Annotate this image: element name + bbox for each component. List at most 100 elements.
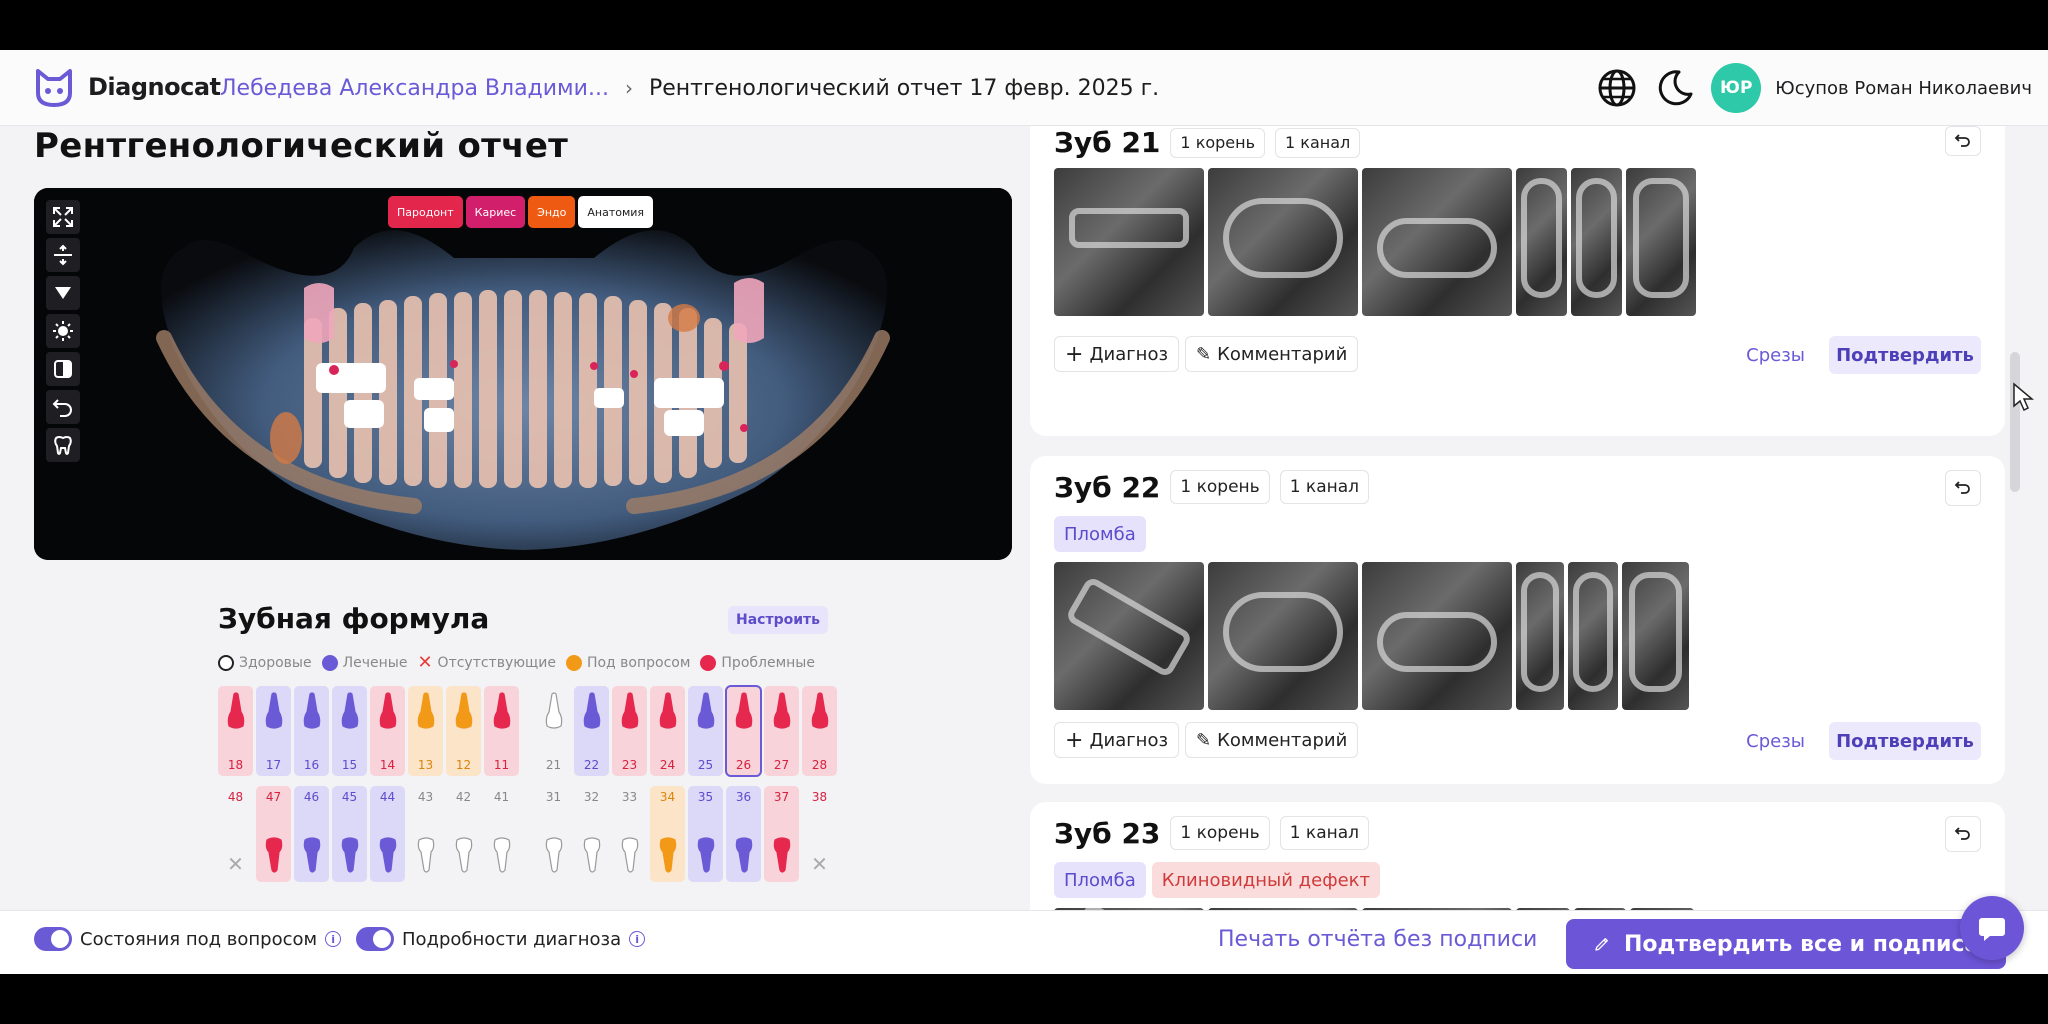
- tooth-icon: [455, 692, 472, 729]
- confirm-button[interactable]: Подтвердить: [1829, 722, 1981, 760]
- confirm-button[interactable]: Подтвердить: [1829, 336, 1981, 374]
- tooth-42[interactable]: 42: [446, 786, 481, 882]
- panoramic-xray[interactable]: Пародонт Кариес Эндо Анатомия: [34, 188, 1012, 560]
- legend-label: Здоровые: [239, 654, 312, 671]
- tooth-36[interactable]: 36: [726, 786, 761, 882]
- tooth-24[interactable]: 24: [650, 686, 685, 776]
- tooth-31[interactable]: 31: [536, 786, 571, 882]
- tooth-12[interactable]: 12: [446, 686, 481, 776]
- chat-icon: [1979, 918, 2005, 941]
- confirm-all-and-sign-button[interactable]: Подтвердить все и подписать: [1566, 919, 2006, 969]
- tooth-number: 33: [621, 790, 638, 804]
- undo-view-button[interactable]: [46, 390, 80, 424]
- diagnosis-tag[interactable]: Пломба: [1054, 862, 1146, 898]
- questionable-toggle[interactable]: [34, 927, 72, 951]
- tooth-28[interactable]: 28: [802, 686, 837, 776]
- legend-dot-treated: [321, 654, 338, 671]
- tooth-22[interactable]: 22: [574, 686, 609, 776]
- logo[interactable]: Diagnocat: [32, 62, 221, 112]
- slice-image[interactable]: [1054, 168, 1204, 316]
- breadcrumb-patient-link[interactable]: Лебедева Александра Владими...: [220, 76, 609, 101]
- diagnosis-tag[interactable]: Пломба: [1054, 516, 1146, 552]
- slices-link[interactable]: Срезы: [1746, 722, 1805, 760]
- tooth-43[interactable]: 43: [408, 786, 443, 882]
- slice-image[interactable]: [1362, 168, 1512, 316]
- details-toggle[interactable]: [356, 927, 394, 951]
- slice-image[interactable]: [1208, 562, 1358, 710]
- info-icon[interactable]: i: [629, 931, 646, 947]
- tooth-37[interactable]: 37: [764, 786, 799, 882]
- slice-image[interactable]: [1362, 562, 1512, 710]
- layer-endo[interactable]: Эндо: [528, 196, 576, 228]
- legend-label: Отсутствующие: [437, 654, 556, 671]
- add-diagnosis-button[interactable]: + Диагноз: [1054, 722, 1180, 758]
- tooth-44[interactable]: 44: [370, 786, 405, 882]
- fullscreen-button[interactable]: [46, 200, 80, 234]
- language-button[interactable]: [1595, 66, 1639, 110]
- tooth-number: 36: [735, 790, 752, 804]
- tooth-46[interactable]: 46: [294, 786, 329, 882]
- tooth-38[interactable]: 38 ✕: [802, 786, 837, 882]
- tooth-number: 41: [493, 790, 510, 804]
- tooth-41[interactable]: 41: [484, 786, 519, 882]
- layer-anatomy[interactable]: Анатомия: [578, 196, 654, 228]
- footer-bar: Состояния под вопросом i Подробности диа…: [0, 910, 2048, 974]
- slice-image[interactable]: [1622, 562, 1689, 710]
- support-chat-button[interactable]: [1960, 896, 2024, 960]
- tooth-view-button[interactable]: [46, 428, 80, 462]
- comment-button[interactable]: ✎ Комментарий: [1185, 722, 1359, 758]
- app-window: Diagnocat Лебедева Александра Владими...…: [0, 50, 2048, 974]
- slice-image[interactable]: [1568, 562, 1618, 710]
- tooth-number: 35: [697, 790, 714, 804]
- tooth-34[interactable]: 34: [650, 786, 685, 882]
- contrast-button[interactable]: [46, 352, 80, 386]
- undo-button[interactable]: [1945, 470, 1981, 506]
- layer-periodont[interactable]: Пародонт: [388, 196, 463, 228]
- tooth-15[interactable]: 15: [332, 686, 367, 776]
- tooth-27[interactable]: 27: [764, 686, 799, 776]
- print-without-signature-link[interactable]: Печать отчёта без подписи: [1218, 927, 1537, 952]
- slice-image[interactable]: [1571, 168, 1622, 316]
- filter-button[interactable]: [46, 276, 80, 310]
- tooth-25[interactable]: 25: [688, 686, 723, 776]
- split-view-button[interactable]: [46, 238, 80, 272]
- tooth-number: 28: [811, 758, 828, 772]
- undo-button[interactable]: [1945, 816, 1981, 852]
- undo-button[interactable]: [1945, 126, 1981, 156]
- configure-button[interactable]: Настроить: [728, 606, 828, 634]
- tooth-23[interactable]: 23: [612, 686, 647, 776]
- tooth-13[interactable]: 13: [408, 686, 443, 776]
- slice-image[interactable]: [1054, 562, 1204, 710]
- tooth-17[interactable]: 17: [256, 686, 291, 776]
- tooth-47[interactable]: 47: [256, 786, 291, 882]
- tooth-35[interactable]: 35: [688, 786, 723, 882]
- scrollbar[interactable]: [2010, 352, 2020, 492]
- tooth-32[interactable]: 32: [574, 786, 609, 882]
- tooth-45[interactable]: 45: [332, 786, 367, 882]
- tooth-26[interactable]: 26: [725, 685, 762, 777]
- slice-image[interactable]: [1516, 562, 1564, 710]
- tooth-16[interactable]: 16: [294, 686, 329, 776]
- tooth-33[interactable]: 33: [612, 786, 647, 882]
- tooth-18[interactable]: 18: [218, 686, 253, 776]
- layer-caries[interactable]: Кариес: [465, 196, 526, 228]
- theme-toggle-button[interactable]: [1653, 66, 1697, 110]
- tooth-14[interactable]: 14: [370, 686, 405, 776]
- slice-image[interactable]: [1626, 168, 1696, 316]
- info-icon[interactable]: i: [325, 931, 342, 947]
- tooth-cards-panel[interactable]: Зуб 21 1 корень 1 канал + Диагноз ✎ Коммен…: [1030, 126, 2020, 916]
- comment-button[interactable]: ✎ Комментарий: [1185, 336, 1359, 372]
- tooth-11[interactable]: 11: [484, 686, 519, 776]
- tooth-card-22: Зуб 22 1 корень 1 канал Пломба + Диагноз …: [1030, 456, 2005, 784]
- user-name[interactable]: Юсупов Роман Николаевич: [1775, 78, 2032, 99]
- diagnosis-tag[interactable]: Клиновидный дефект: [1151, 862, 1381, 898]
- add-diagnosis-button[interactable]: + Диагноз: [1054, 336, 1180, 372]
- slice-image[interactable]: [1516, 168, 1567, 316]
- slice-image[interactable]: [1208, 168, 1358, 316]
- slices-link[interactable]: Срезы: [1746, 336, 1805, 374]
- brightness-button[interactable]: [46, 314, 80, 348]
- tooth-48[interactable]: 48 ✕: [218, 786, 253, 882]
- avatar[interactable]: ЮР: [1711, 63, 1762, 113]
- tooth-icon: [545, 692, 562, 729]
- tooth-21[interactable]: 21: [536, 686, 571, 776]
